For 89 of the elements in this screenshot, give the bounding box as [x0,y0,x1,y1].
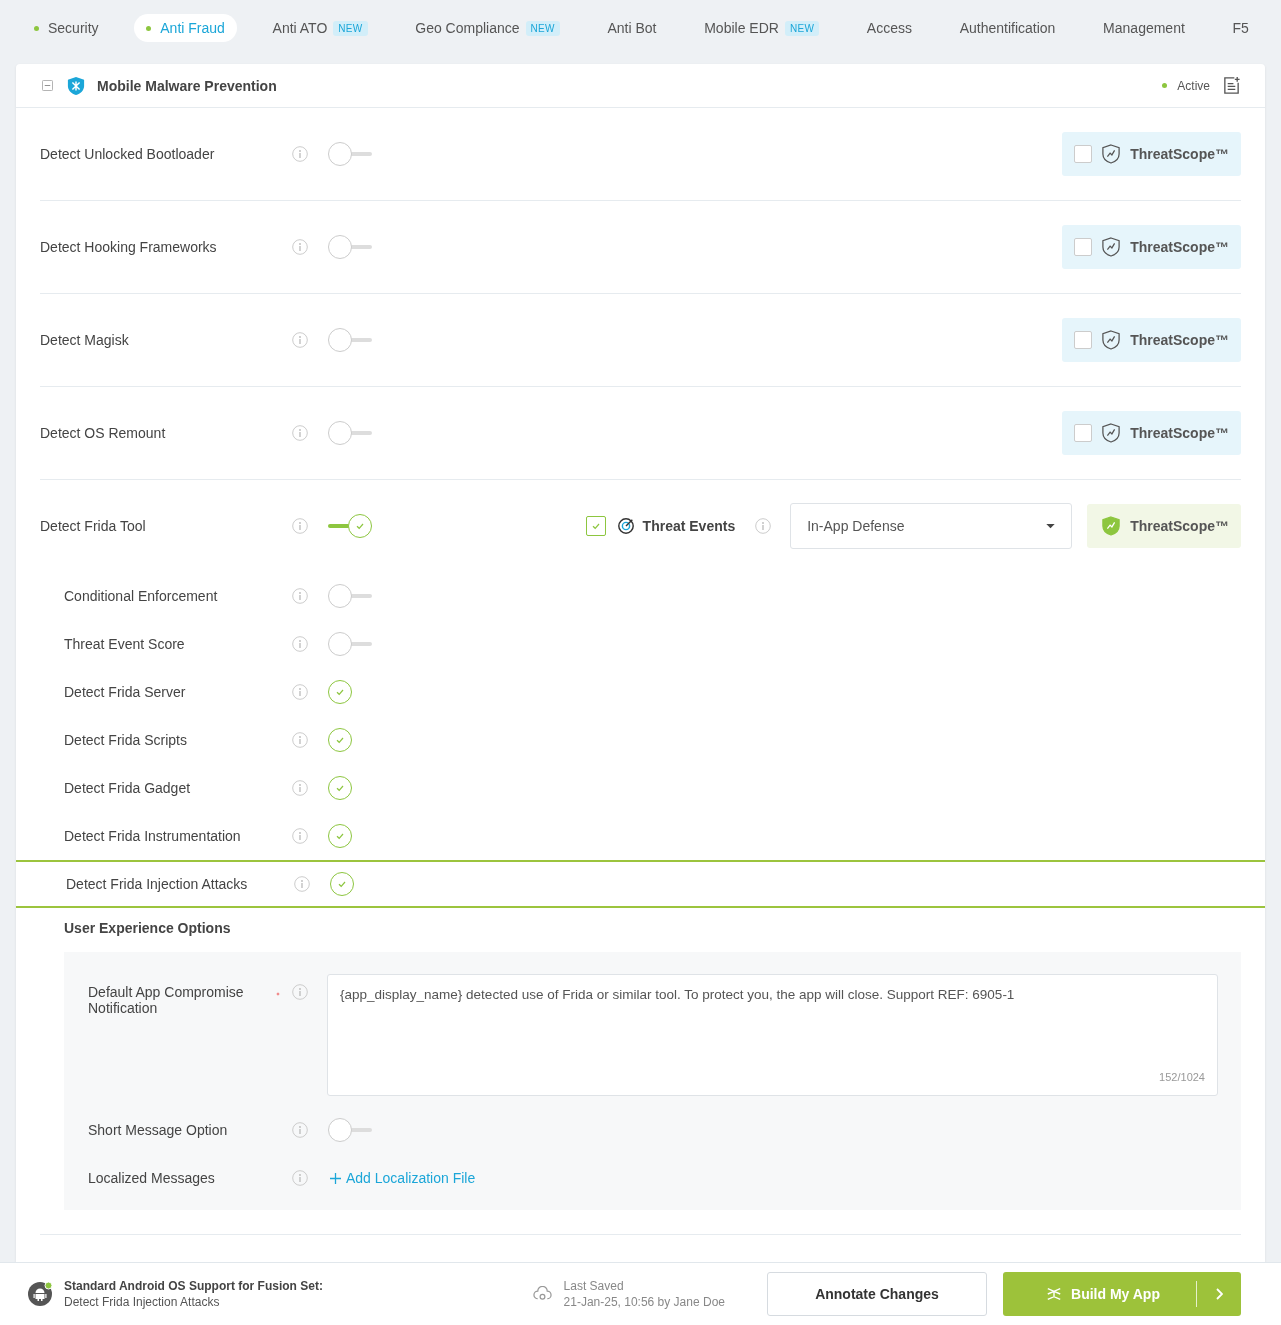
target-icon [616,517,635,535]
info-icon[interactable] [292,146,308,162]
last-saved-value: 21-Jan-25, 10:56 by Jane Doe [563,1294,725,1310]
new-badge: NEW [333,20,368,36]
cloud-icon [532,1286,552,1302]
nav-tab[interactable]: Anti Bot [595,14,669,42]
checkbox[interactable] [585,516,606,536]
section-heading: User Experience Options [63,919,232,938]
field-label: Short Message Option [88,1122,229,1138]
info-icon[interactable] [292,636,308,652]
threatscope-button[interactable]: ThreatScope™ [1062,225,1241,269]
collapse-icon[interactable] [42,80,53,91]
shield-chart-icon [1102,423,1121,443]
android-icon [27,1281,53,1307]
toggle-switch[interactable] [328,584,372,608]
threatscope-button[interactable]: ThreatScope™ [1087,504,1241,548]
threatscope-button[interactable]: ThreatScope™ [1062,411,1241,455]
field-label: Localized Messages [88,1170,216,1186]
nav-tab[interactable]: Anti ATO NEW [260,14,380,42]
checkbox[interactable] [1074,145,1093,163]
info-icon[interactable] [292,984,308,1000]
fusion-set-name: Detect Frida Injection Attacks [64,1294,221,1310]
info-icon[interactable] [292,1122,308,1138]
setting-label: Detect Frida Instrumentation [63,828,242,844]
section-title: Mobile Malware Prevention [97,77,277,94]
setting-label: Detect OS Remount [40,425,167,441]
info-icon[interactable] [292,425,308,441]
info-icon[interactable] [292,588,308,604]
toggle-switch[interactable] [328,1118,372,1142]
info-icon[interactable] [292,780,308,796]
info-icon[interactable] [292,1170,308,1186]
setting-label: Detect Frida Server [63,684,187,700]
toggle-switch[interactable] [328,328,372,352]
toggle-switch[interactable] [328,235,372,259]
message-textarea[interactable]: {app_display_name} detected use of Frida or similar tool. To protect you, the app will close. Support REF: 6905-1 152/1024 [327,974,1218,1096]
info-icon[interactable] [292,732,308,748]
new-badge: NEW [784,20,820,36]
checkbox[interactable] [1074,331,1093,349]
setting-label: Detect Frida Injection Attacks [65,876,249,892]
setting-label: Detect Unlocked Bootloader [40,146,216,162]
message-text: {app_display_name} detected use of Frida or similar tool. To protect you, the app will close. Support REF: 6905-1 [340,987,1016,1002]
nav-tab[interactable]: F5 [1220,14,1261,42]
plus-icon [330,1172,341,1184]
chevron-icon [1215,1288,1223,1300]
nav-tab[interactable]: Access [854,14,924,42]
new-badge: NEW [525,20,560,36]
info-icon[interactable] [292,518,308,534]
info-icon[interactable] [292,684,308,700]
info-icon[interactable] [294,876,310,892]
shield-chart-icon [1102,237,1121,257]
response-dropdown[interactable]: In-App Defense [790,503,1073,549]
field-label: Default App Compromise Notification [88,984,245,1016]
caret-icon [1046,523,1056,529]
checkbox[interactable] [1074,238,1093,256]
checkbox[interactable] [1074,424,1093,442]
character-counter: 152/1024 [1159,1071,1205,1083]
setting-label: Detect Frida Gadget [63,780,192,796]
status-dot [1162,83,1168,88]
shield-chart-icon [1102,144,1121,164]
info-icon[interactable] [292,828,308,844]
threatscope-button[interactable]: ThreatScope™ [1062,132,1241,176]
last-saved-label: Last Saved [563,1278,625,1294]
nav-tab[interactable]: Authentification [947,14,1068,42]
threat-events-label: Threat Events [642,518,736,534]
toggle-switch[interactable] [328,421,372,445]
shield-chart-icon [1102,330,1121,350]
toggle-switch[interactable] [328,142,372,166]
status-label: Active [1177,78,1210,93]
setting-label: Conditional Enforcement [63,588,219,604]
fusion-set-title: Standard Android OS Support for Fusion Set: [64,1278,323,1294]
threatscope-button[interactable]: ThreatScope™ [1062,318,1241,362]
nav-tab[interactable]: Security [22,14,111,42]
shield-icon [67,75,85,96]
toggle-switch[interactable] [328,632,372,656]
info-icon[interactable] [292,332,308,348]
info-icon[interactable] [755,518,772,534]
info-icon[interactable] [292,239,308,255]
setting-label: Detect Magisk [40,332,130,348]
setting-label: Detect Frida Tool [40,518,147,534]
shield-chart-icon [1102,516,1121,536]
nav-tab[interactable]: Mobile EDR NEW [692,14,832,42]
setting-label: Detect Frida Scripts [63,732,188,748]
setting-label: Threat Event Score [63,636,186,652]
nav-tab[interactable]: Management [1091,14,1197,42]
nav-tab[interactable]: Geo Compliance NEW [403,14,572,42]
toggle-switch[interactable] [328,514,372,538]
annotate-changes-button[interactable]: Annotate Changes [767,1272,987,1316]
setting-label: Detect Hooking Frameworks [40,239,218,255]
note-add-icon[interactable] [1222,76,1241,95]
